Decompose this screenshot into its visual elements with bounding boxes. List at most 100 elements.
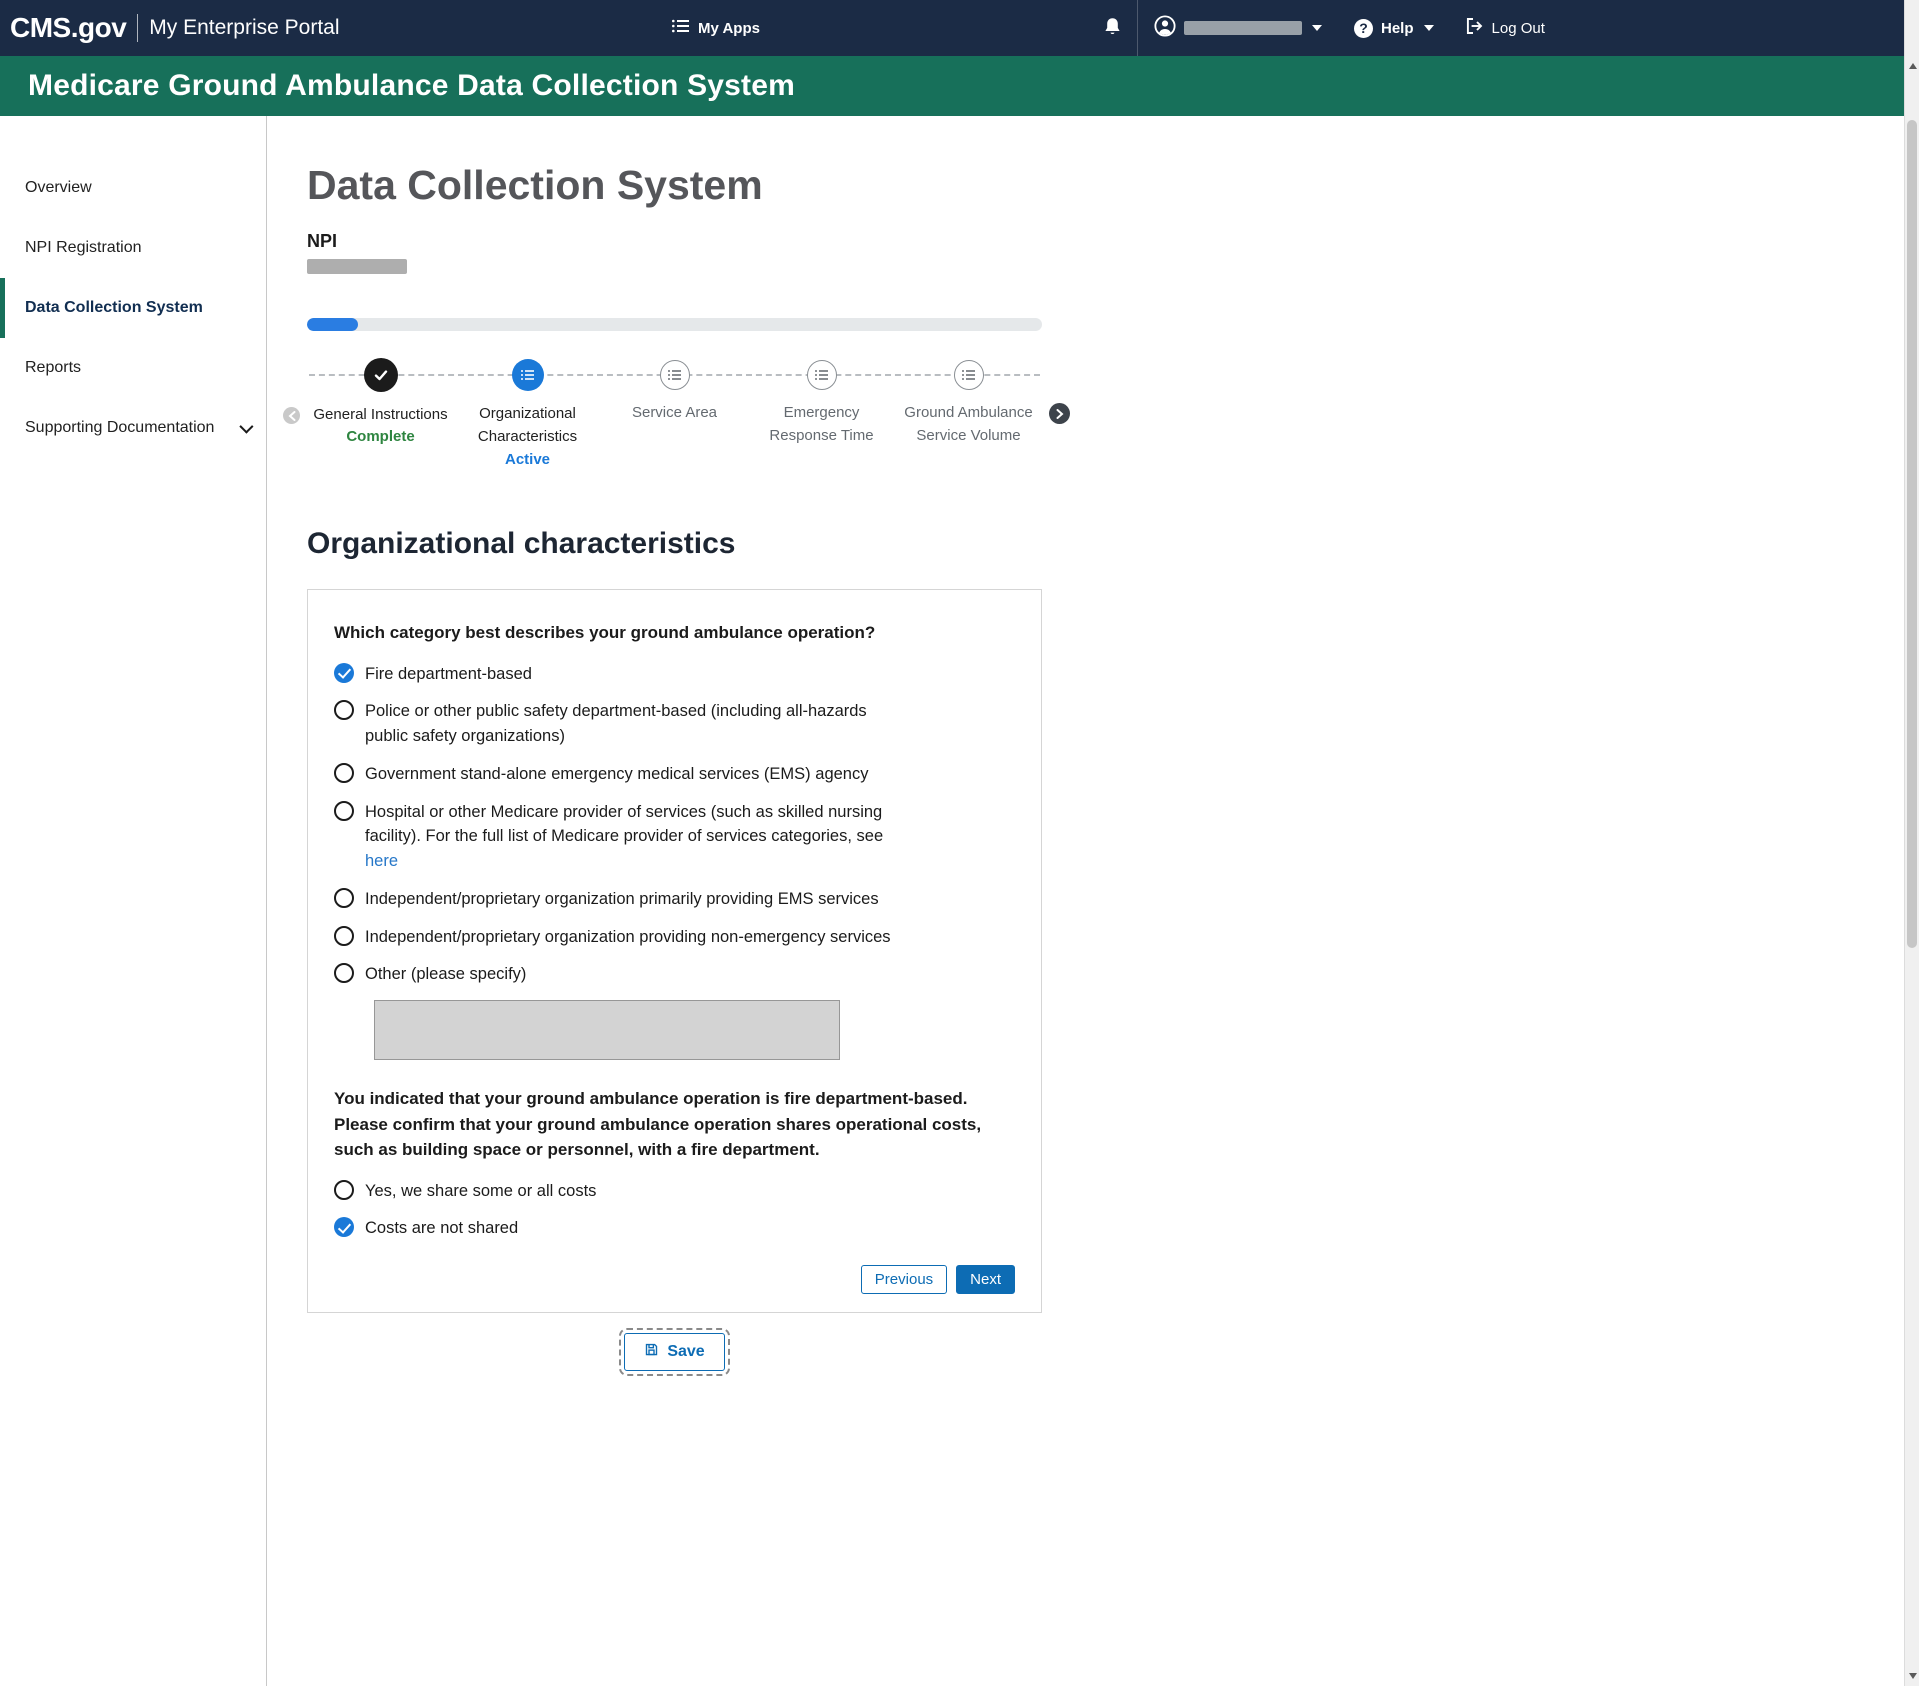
triangle-down-icon <box>1909 1673 1917 1679</box>
radio-option-police-public-safety[interactable]: Police or other public safety department… <box>334 699 1015 749</box>
step-status: Active <box>505 451 550 468</box>
sidebar: Overview NPI Registration Data Collectio… <box>0 116 267 1686</box>
radio-option-text: Hospital or other Medicare provider of s… <box>365 803 883 846</box>
sidebar-item-data-collection-system[interactable]: Data Collection System <box>0 278 266 338</box>
save-label: Save <box>667 1343 704 1361</box>
npi-value-redacted <box>307 259 407 274</box>
radio-option-independent-non-emergency[interactable]: Independent/proprietary organization pro… <box>334 925 1015 950</box>
chevron-down-icon <box>1424 25 1434 31</box>
sidebar-item-label: Supporting Documentation <box>25 419 214 437</box>
stepper-scroll-left-button[interactable] <box>283 407 300 424</box>
section-title: Organizational characteristics <box>307 527 1919 561</box>
my-apps-button[interactable]: My Apps <box>672 0 760 56</box>
logout-icon <box>1466 18 1484 38</box>
user-icon <box>1154 15 1176 41</box>
stepper-step-emergency-response-time[interactable]: Emergency Response Time <box>748 357 895 468</box>
stepper-step-general-instructions[interactable]: General Instructions Complete <box>307 357 454 468</box>
stepper-step-organizational-characteristics[interactable]: Organizational Characteristics Active <box>454 357 601 468</box>
radio-option-fire-department[interactable]: Fire department-based <box>334 662 1015 687</box>
step-label: Emergency Response Time <box>748 401 895 448</box>
next-button[interactable]: Next <box>956 1265 1015 1294</box>
shared-costs-question-text: You indicated that your ground ambulance… <box>334 1086 1015 1163</box>
radio-option-label: Hospital or other Medicare provider of s… <box>365 800 913 874</box>
help-label: Help <box>1381 20 1414 37</box>
navbar-right-cluster: Help Log Out <box>1088 0 1561 56</box>
step-status: Complete <box>346 428 414 445</box>
organizational-characteristics-form: Which category best describes your groun… <box>307 589 1042 1313</box>
radio-option-costs-not-shared[interactable]: Costs are not shared <box>334 1216 1015 1241</box>
top-navbar: CMS.gov My Enterprise Portal My Apps Hel… <box>0 0 1919 56</box>
app-title: Medicare Ground Ambulance Data Collectio… <box>28 69 795 103</box>
help-menu[interactable]: Help <box>1338 0 1450 56</box>
radio-option-label: Costs are not shared <box>365 1216 518 1241</box>
save-disk-icon <box>644 1342 659 1362</box>
step-list-icon <box>512 359 544 391</box>
radio-selected-icon[interactable] <box>334 663 354 683</box>
step-list-icon <box>807 360 837 390</box>
notifications-button[interactable] <box>1088 0 1137 56</box>
sidebar-item-npi-registration[interactable]: NPI Registration <box>0 218 266 278</box>
logout-button[interactable]: Log Out <box>1450 0 1561 56</box>
step-list-icon <box>954 360 984 390</box>
save-button[interactable]: Save <box>624 1333 724 1371</box>
step-complete-check-icon <box>364 358 398 392</box>
radio-option-independent-ems[interactable]: Independent/proprietary organization pri… <box>334 887 1015 912</box>
chevron-down-icon <box>1312 25 1322 31</box>
cms-brand[interactable]: CMS.gov My Enterprise Portal <box>10 0 340 56</box>
portal-name: My Enterprise Portal <box>149 16 339 40</box>
radio-option-label: Yes, we share some or all costs <box>365 1179 596 1204</box>
scrollbar-thumb[interactable] <box>1907 120 1917 948</box>
stepper-step-ground-ambulance-service-volume[interactable]: Ground Ambulance Service Volume <box>895 357 1042 468</box>
sidebar-item-label: Reports <box>25 359 81 377</box>
radio-unselected-icon[interactable] <box>334 801 354 821</box>
step-label: Service Area <box>632 401 717 424</box>
stepper-step-service-area[interactable]: Service Area <box>601 357 748 468</box>
radio-unselected-icon[interactable] <box>334 700 354 720</box>
radio-option-government-ems[interactable]: Government stand-alone emergency medical… <box>334 762 1015 787</box>
chevron-down-icon <box>239 420 253 434</box>
sidebar-item-label: Overview <box>25 179 92 197</box>
help-icon <box>1354 19 1373 38</box>
radio-option-label: Police or other public safety department… <box>365 699 913 749</box>
radio-unselected-icon[interactable] <box>334 1180 354 1200</box>
provider-categories-link[interactable]: here <box>365 852 398 870</box>
radio-selected-icon[interactable] <box>334 1217 354 1237</box>
user-menu[interactable] <box>1138 0 1338 56</box>
list-icon <box>672 19 689 37</box>
scrollbar-down-arrow[interactable] <box>1905 1668 1919 1684</box>
bell-icon <box>1104 17 1121 40</box>
radio-option-share-costs-yes[interactable]: Yes, we share some or all costs <box>334 1179 1015 1204</box>
previous-button[interactable]: Previous <box>861 1265 947 1294</box>
main-content: Data Collection System NPI General Instr… <box>267 116 1919 1686</box>
triangle-up-icon <box>1909 63 1917 69</box>
logout-label: Log Out <box>1492 20 1545 37</box>
progress-fill <box>307 318 358 331</box>
app-header: Medicare Ground Ambulance Data Collectio… <box>0 56 1919 116</box>
stepper-scroll-right-button[interactable] <box>1049 403 1070 424</box>
category-question-text: Which category best describes your groun… <box>334 620 1015 646</box>
sidebar-item-supporting-documentation[interactable]: Supporting Documentation <box>0 398 266 458</box>
page-title: Data Collection System <box>307 162 1919 209</box>
radio-unselected-icon[interactable] <box>334 763 354 783</box>
radio-option-label: Government stand-alone emergency medical… <box>365 762 868 787</box>
radio-unselected-icon[interactable] <box>334 888 354 908</box>
scrollbar-up-arrow[interactable] <box>1905 58 1919 74</box>
radio-option-other[interactable]: Other (please specify) <box>334 962 1015 987</box>
radio-unselected-icon[interactable] <box>334 963 354 983</box>
sidebar-item-label: Data Collection System <box>25 299 203 317</box>
radio-option-label: Independent/proprietary organization pri… <box>365 887 879 912</box>
vertical-scrollbar[interactable] <box>1904 0 1919 1686</box>
step-label: General Instructions <box>313 403 447 426</box>
npi-label: NPI <box>307 231 1919 252</box>
sidebar-item-overview[interactable]: Overview <box>0 158 266 218</box>
brand-divider <box>137 14 138 42</box>
sidebar-item-reports[interactable]: Reports <box>0 338 266 398</box>
radio-unselected-icon[interactable] <box>334 926 354 946</box>
step-label: Ground Ambulance Service Volume <box>895 401 1042 448</box>
other-specify-textarea[interactable] <box>374 1000 840 1060</box>
user-name-redacted <box>1184 21 1302 35</box>
radio-option-label: Fire department-based <box>365 662 532 687</box>
radio-option-hospital-provider[interactable]: Hospital or other Medicare provider of s… <box>334 800 1015 874</box>
step-label: Organizational Characteristics <box>454 402 601 449</box>
my-apps-label: My Apps <box>698 20 760 37</box>
